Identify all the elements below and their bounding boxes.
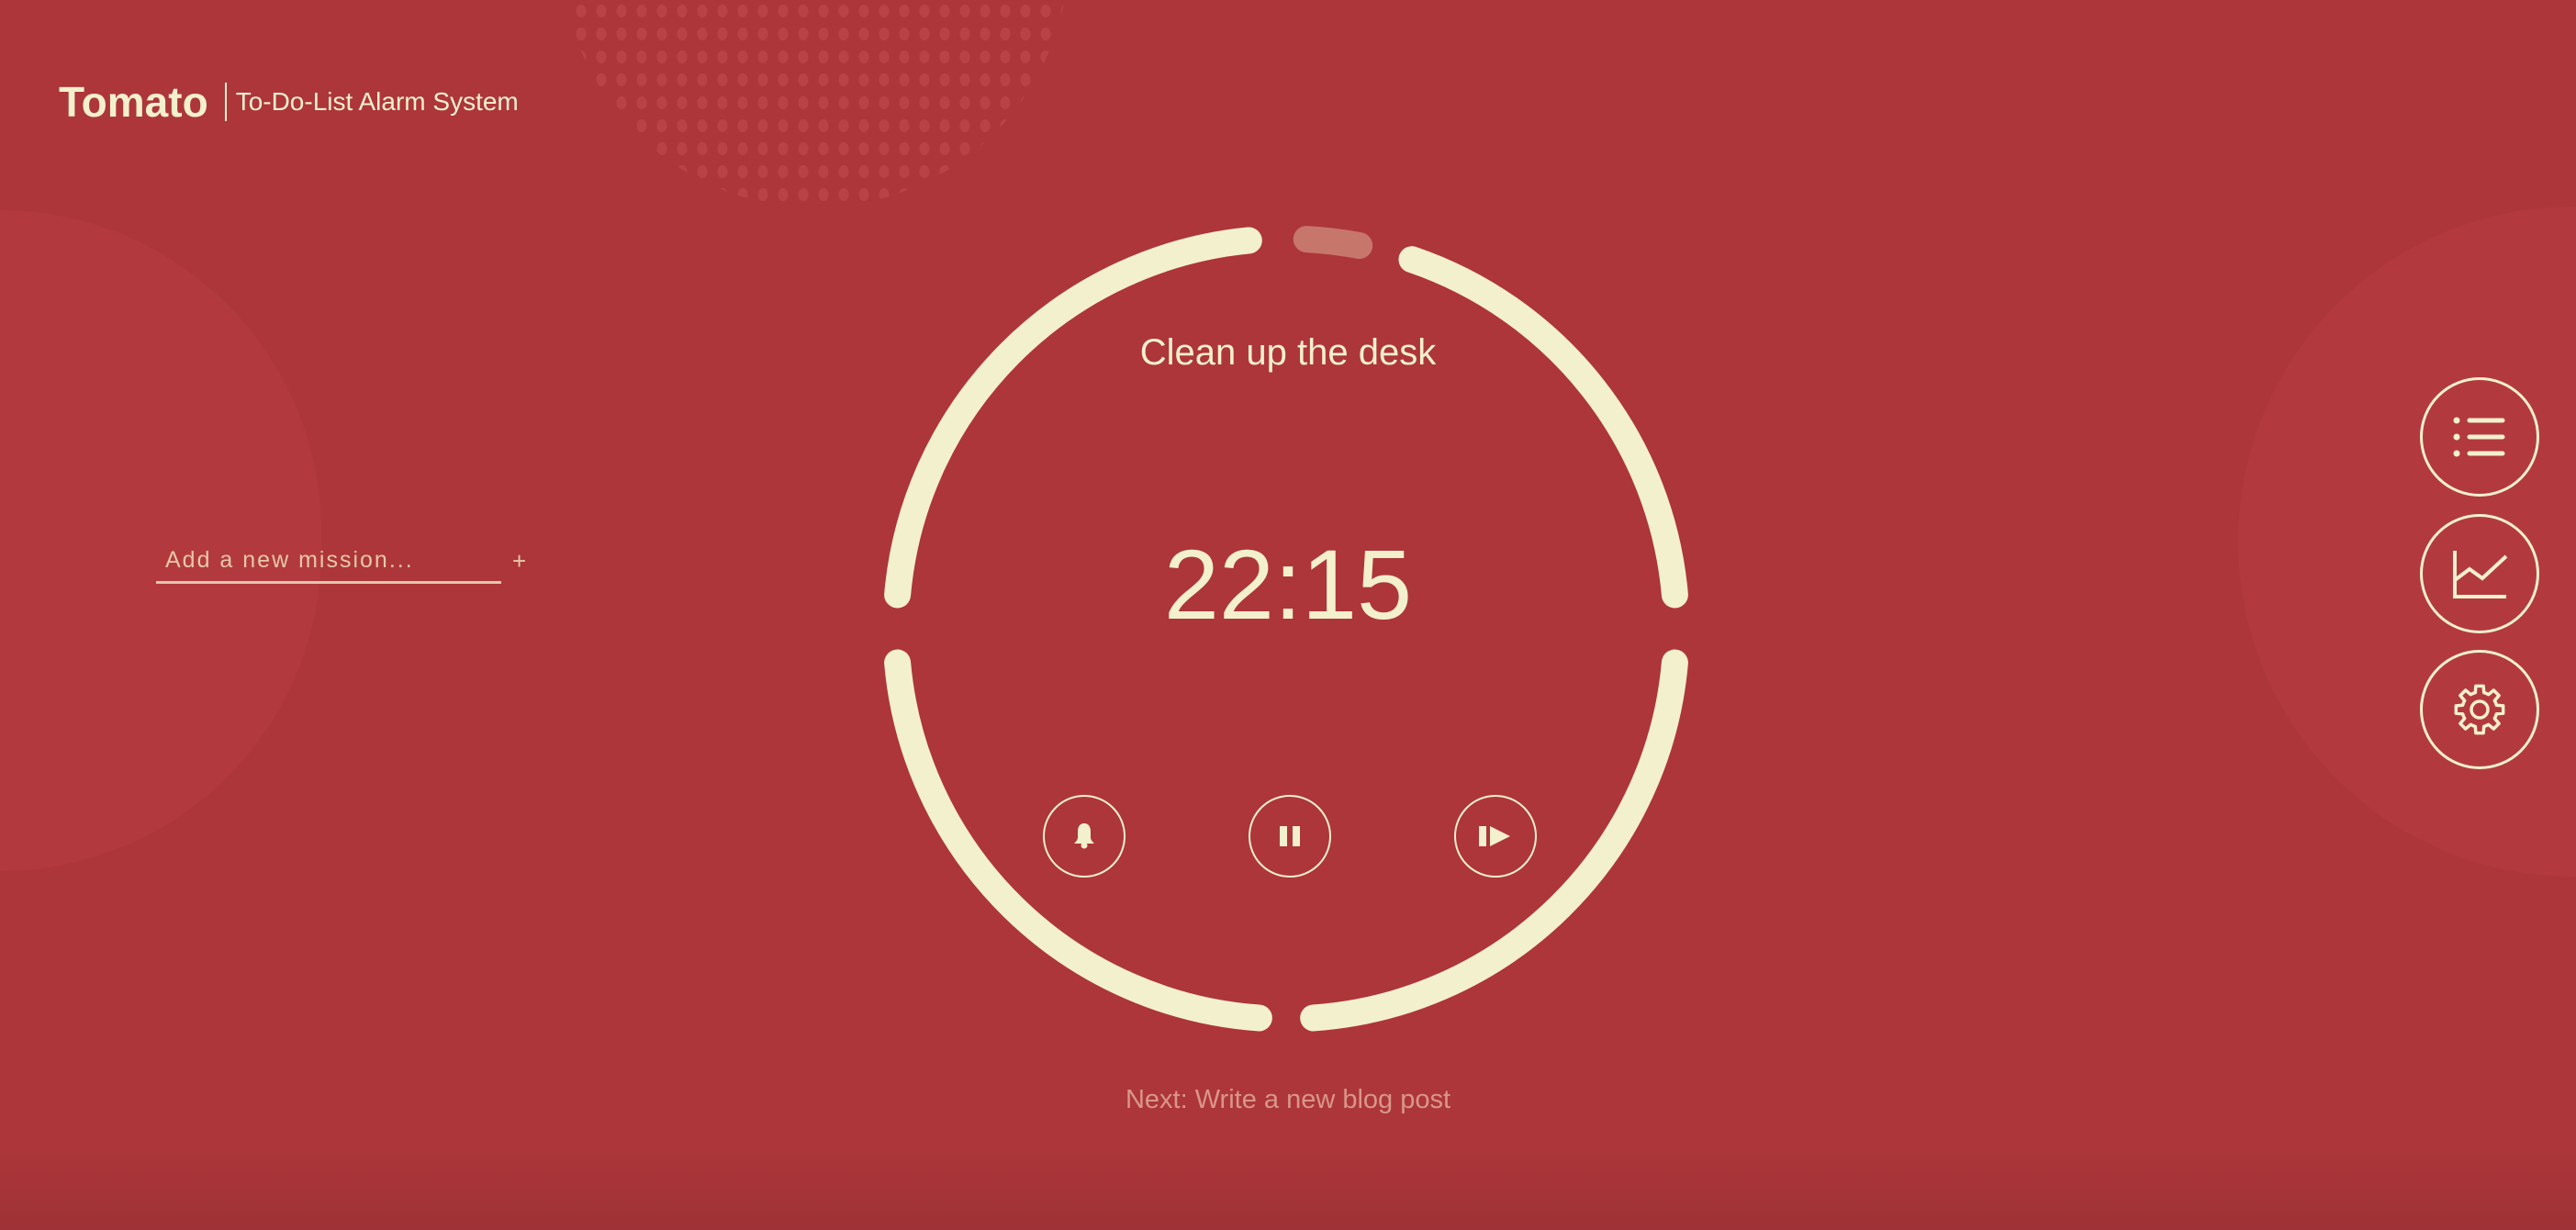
- skip-button[interactable]: [1454, 795, 1537, 878]
- next-task: Next: Write a new blog post: [1125, 1085, 1451, 1114]
- time-remaining: 22:15: [1163, 529, 1413, 640]
- settings-button[interactable]: [2420, 650, 2539, 769]
- skip-forward-icon: [1479, 826, 1510, 846]
- bell-icon: [1074, 823, 1094, 849]
- list-icon: [2453, 417, 2505, 457]
- gear-icon: [2454, 684, 2505, 735]
- pause-icon: [1280, 826, 1300, 846]
- alarm-button[interactable]: [1043, 795, 1126, 878]
- task-list-button[interactable]: [2420, 377, 2539, 497]
- current-task-title: Clean up the desk: [1139, 332, 1437, 373]
- chart-icon: [2453, 551, 2508, 598]
- ring-elapsed-segment: [1293, 226, 1373, 260]
- statistics-button[interactable]: [2420, 514, 2539, 633]
- pause-button[interactable]: [1249, 795, 1331, 878]
